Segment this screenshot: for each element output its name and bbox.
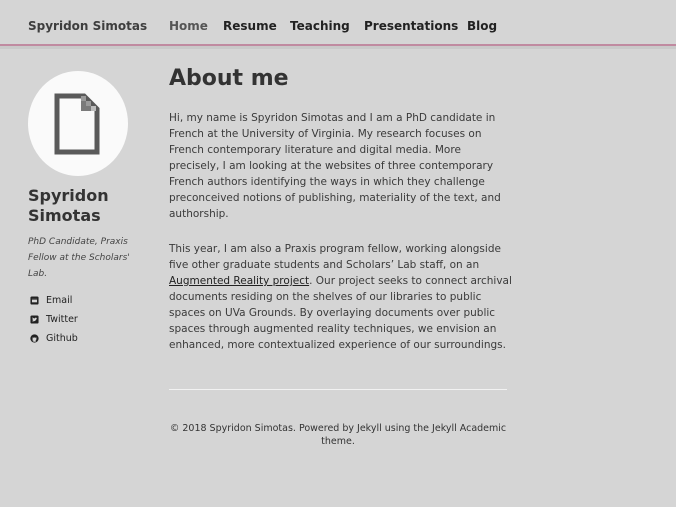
nav-presentations[interactable]: Presentations: [364, 19, 458, 33]
author-bio: PhD Candidate, Praxis Fellow at the Scho…: [28, 237, 130, 279]
about-paragraph-1: Hi, my name is Spyridon Simotas and I am…: [169, 112, 501, 220]
twitter-label: Twitter: [46, 314, 78, 325]
github-label: Github: [46, 333, 78, 344]
nav-resume[interactable]: Resume: [223, 19, 277, 33]
paragraph-text: This year, I am also a Praxis program fe…: [169, 243, 501, 271]
header-divider: [0, 46, 676, 49]
nav-blog[interactable]: Blog: [467, 19, 497, 33]
nav-teaching[interactable]: Teaching: [290, 19, 350, 33]
avatar: [28, 71, 128, 176]
email-label: Email: [46, 295, 73, 306]
page-title: About me: [169, 66, 289, 91]
content-divider: [169, 389, 507, 390]
email-icon: [30, 296, 39, 305]
nav-home[interactable]: Home: [169, 19, 208, 33]
about-paragraph-2: This year, I am also a Praxis program fe…: [169, 241, 514, 353]
footer-copyright: © 2018 Spyridon Simotas. Powered by Jeky…: [169, 423, 507, 447]
site-title-link[interactable]: Spyridon Simotas: [28, 19, 147, 33]
author-name: Spyridon Simotas: [28, 186, 109, 225]
github-icon: [30, 334, 39, 343]
twitter-icon: [30, 315, 39, 324]
broken-image-icon: [54, 93, 100, 155]
masthead: Spyridon Simotas Home Resume Teaching Pr…: [0, 0, 676, 45]
augmented-reality-project-link[interactable]: Augmented Reality project: [169, 275, 309, 287]
